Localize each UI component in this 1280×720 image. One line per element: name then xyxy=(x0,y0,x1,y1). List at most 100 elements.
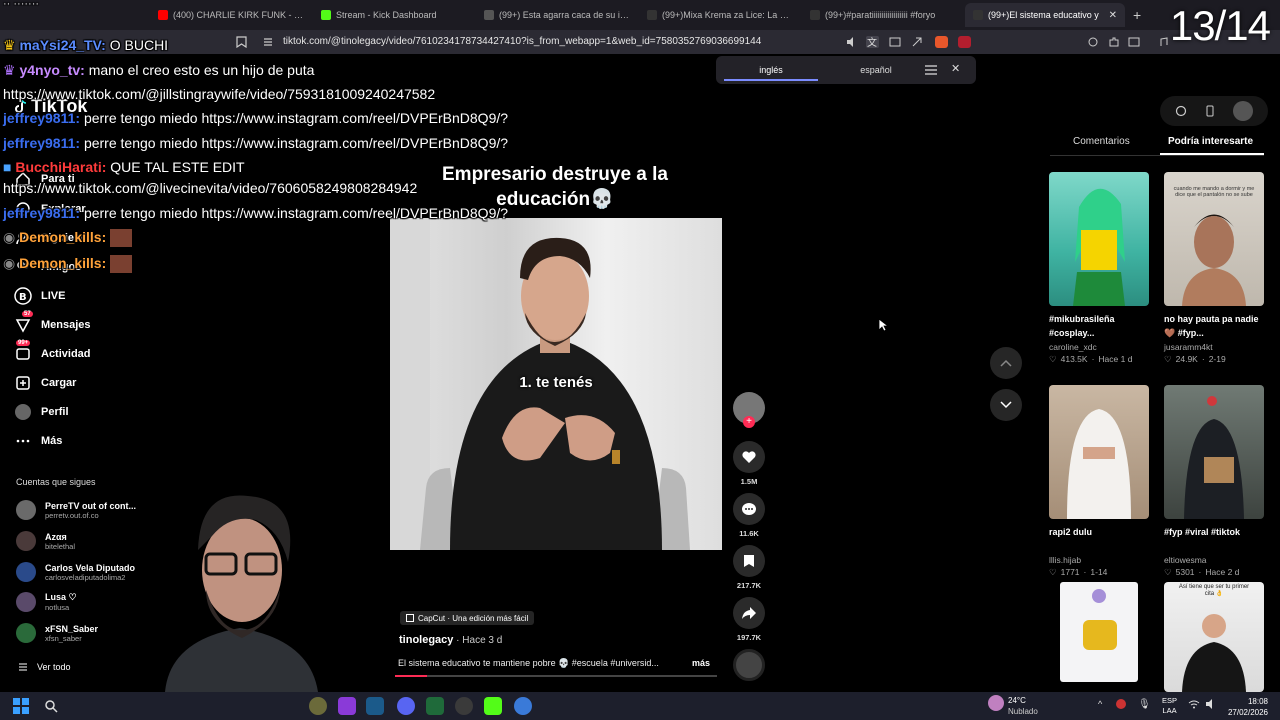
tab-podria-interesarte[interactable]: Podría interesarte xyxy=(1168,136,1253,147)
extension-icon[interactable] xyxy=(1087,36,1100,48)
sound-disc[interactable] xyxy=(733,649,765,681)
bookmark-icon[interactable] xyxy=(236,36,249,48)
comment-button[interactable]: 11.6K xyxy=(733,493,765,538)
browser-tab[interactable]: (99+)Mixa Krema za Lice: La Chuleta xyxy=(639,3,802,27)
next-video-button[interactable] xyxy=(990,389,1022,421)
account-handle: perretv.out.of.co xyxy=(45,510,99,520)
sidebar-item-mas[interactable]: Más xyxy=(14,432,62,450)
translate-target-lang[interactable]: español xyxy=(826,56,926,84)
video-thumbnail xyxy=(1049,582,1149,692)
tray-overflow-icon[interactable]: ^ xyxy=(1098,699,1102,709)
brave-shield-icon[interactable] xyxy=(935,36,948,48)
sidebar-item-perfil[interactable]: Perfil xyxy=(14,403,69,421)
app-icon[interactable] xyxy=(426,697,444,715)
translate-menu-icon[interactable] xyxy=(924,64,938,76)
following-account[interactable]: Azαя bitelethal xyxy=(16,531,75,551)
sidebar-item-mensajes[interactable]: 57 Mensajes xyxy=(14,311,91,334)
card-user: lllis.hijab xyxy=(1049,555,1082,565)
card-age: Hace 1 d xyxy=(1098,354,1133,364)
like-button[interactable]: 1.5M xyxy=(733,441,765,486)
chat-username: jeffrey9811: xyxy=(3,205,81,221)
translate-source-lang[interactable]: inglés xyxy=(716,56,826,84)
clock[interactable]: 18:08 27/02/2026 xyxy=(1222,696,1268,718)
tab-label: Stream - Kick Dashboard xyxy=(336,10,437,20)
weather-temp[interactable]: 24°C xyxy=(1008,696,1026,705)
previous-video-button[interactable] xyxy=(990,347,1022,379)
browser-tab-active[interactable]: (99+)El sistema educativo y ✕ xyxy=(965,3,1125,27)
tab-comentarios[interactable]: Comentarios xyxy=(1073,136,1130,147)
browser-tab[interactable]: (400) CHARLIE KIRK FUNK - [SLOWE xyxy=(150,3,313,27)
share-button[interactable]: 197.7K xyxy=(733,597,765,642)
rewards-icon[interactable] xyxy=(958,36,971,48)
sidebar-item-cargar[interactable]: Cargar xyxy=(14,374,76,392)
search-icon[interactable] xyxy=(42,697,60,715)
follow-plus-icon[interactable]: + xyxy=(743,416,755,428)
wifi-icon[interactable] xyxy=(1188,699,1200,709)
following-account[interactable]: Lusa ♡ notlusa xyxy=(16,592,77,612)
windows-start-icon[interactable] xyxy=(12,697,30,715)
video-thumbnail xyxy=(1049,385,1149,519)
video-progress-bar[interactable] xyxy=(395,675,717,677)
microphone-icon[interactable]: 🎙 xyxy=(1138,699,1151,710)
sidebar-item-actividad[interactable]: 99+ Actividad xyxy=(14,340,91,363)
video-author[interactable]: tinolegacy · Hace 3 d xyxy=(399,634,502,646)
recommended-video-card[interactable]: #mikubrasileña #cosplay... caroline_xdc … xyxy=(1049,172,1149,365)
following-account[interactable]: xFSN_Saber xfsn_saber xyxy=(16,623,98,643)
save-button[interactable]: 217.7K xyxy=(733,545,765,590)
see-all-link[interactable]: Ver todo xyxy=(18,658,71,676)
recommended-video-card[interactable]: Así tiene que ser tu primer cita 👌 xyxy=(1164,582,1264,692)
messages-badge: 57 xyxy=(22,311,33,317)
card-age: Hace 2 d xyxy=(1205,567,1240,577)
mute-icon[interactable] xyxy=(845,36,858,48)
device-icon[interactable] xyxy=(1205,105,1215,117)
close-tab-icon[interactable]: ✕ xyxy=(1109,10,1117,21)
chat-badge-icon: ◉ xyxy=(3,229,20,245)
new-tab-icon[interactable]: + xyxy=(1133,7,1141,23)
creator-avatar[interactable]: + xyxy=(733,392,765,428)
browser-tab[interactable]: (99+) Esta agarra caca de su inodo xyxy=(476,3,639,27)
browser-tab[interactable]: (99+)#paratiiiiiiiiiiiiiiiiii #foryo xyxy=(802,3,965,27)
share-icon[interactable] xyxy=(911,36,924,48)
app-icon[interactable] xyxy=(309,697,327,715)
capcut-tag[interactable]: CapCut · Una edición más fácil xyxy=(400,611,535,625)
account-avatar[interactable] xyxy=(1233,101,1253,121)
site-info-icon[interactable] xyxy=(262,36,275,48)
tray-app-icon[interactable] xyxy=(1116,699,1126,709)
volume-icon[interactable] xyxy=(1205,699,1217,709)
translate-icon[interactable]: 文 xyxy=(866,36,879,48)
more-dots-icon xyxy=(14,432,32,450)
steam-icon[interactable] xyxy=(366,697,384,715)
chat-text: O BUCHI xyxy=(105,37,169,53)
kick-icon[interactable] xyxy=(484,697,502,715)
tab-label: (400) CHARLIE KIRK FUNK - [SLOWE xyxy=(173,10,305,20)
more-link[interactable]: más xyxy=(692,658,710,668)
recommended-video-card[interactable]: rapi2 dulu lllis.hijab ♡ 1771 · 1-14 xyxy=(1049,385,1149,578)
list-icon xyxy=(18,658,28,676)
discord-icon[interactable] xyxy=(397,697,415,715)
following-account[interactable]: PerreTV out of cont... perretv.out.of.co xyxy=(16,500,136,520)
language-indicator[interactable]: ESP LAA xyxy=(1162,696,1177,716)
recommended-video-card[interactable]: cuando me mando a dormir y me dice que e… xyxy=(1164,172,1264,365)
app-icon[interactable] xyxy=(338,697,356,715)
browser-tab[interactable]: Stream - Kick Dashboard xyxy=(313,3,476,27)
browser-icon[interactable] xyxy=(514,697,532,715)
video-caption: 1. te tenés xyxy=(519,374,593,391)
picture-in-picture-icon[interactable] xyxy=(889,36,902,48)
url-field[interactable]: tiktok.com/@tinolegacy/video/76102341787… xyxy=(283,36,761,47)
loop-icon[interactable] xyxy=(1175,105,1187,117)
sidebar-item-live[interactable]: B LIVE xyxy=(14,287,65,305)
recommended-video-card[interactable]: #fyp #viral #tiktok eltiowesma ♡ 5301 · Hac… xyxy=(1164,385,1264,578)
chat-username: Demon_kills: xyxy=(19,255,107,271)
tiktok-favicon xyxy=(647,10,657,20)
translate-close-icon[interactable]: ✕ xyxy=(951,62,960,75)
see-all-label: Ver todo xyxy=(37,662,71,672)
weather-desc[interactable]: Nublado xyxy=(1008,707,1038,716)
puzzle-extension-icon[interactable] xyxy=(1108,36,1121,48)
card-likes: 1771 xyxy=(1060,567,1080,577)
recommended-video-card[interactable] xyxy=(1049,582,1149,692)
app-icon[interactable] xyxy=(455,697,473,715)
following-account[interactable]: Carlos Vela Diputado carlosveladiputadoli… xyxy=(16,562,135,582)
chat-message: ♛ y4nyo_tv: mano el creo esto es un hijo… xyxy=(3,62,314,79)
account-name: Carlos Vela Diputado xyxy=(45,562,136,573)
sidebar-toggle-icon[interactable] xyxy=(1128,36,1141,48)
